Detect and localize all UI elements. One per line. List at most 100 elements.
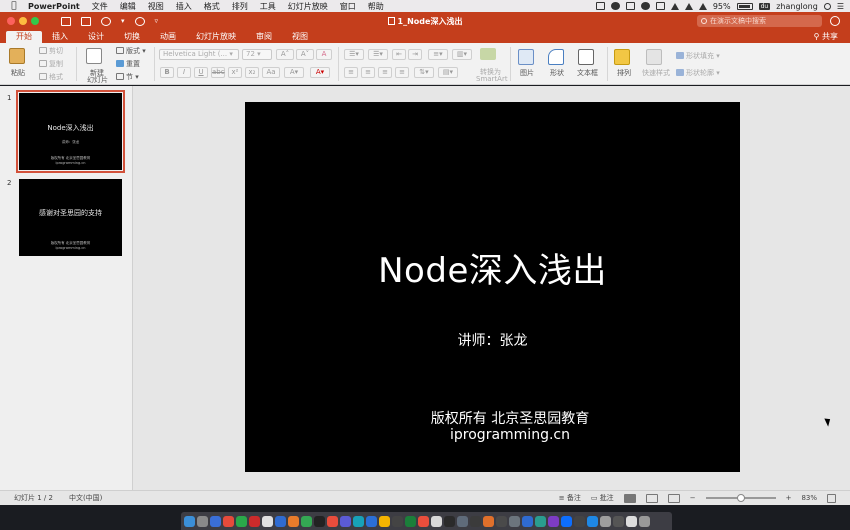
slide-thumbnail-2[interactable]: 感谢对圣思园的支持 版权所有 北京圣思园教育 iprogramming.cn: [19, 179, 122, 256]
dock-app-icon[interactable]: [470, 515, 481, 527]
format-painter-button[interactable]: 格式: [39, 72, 63, 82]
columns-button[interactable]: ▥▾: [452, 49, 472, 60]
dock-app-icon[interactable]: [301, 515, 312, 527]
dock-app-icon[interactable]: [353, 515, 364, 527]
spotlight-search-icon[interactable]: [823, 2, 831, 10]
align-center-button[interactable]: ≡: [361, 67, 375, 78]
dock-app-icon[interactable]: [626, 515, 637, 527]
tab-transitions[interactable]: 切换: [114, 31, 150, 43]
sidebar-toggle-icon[interactable]: [61, 16, 71, 26]
underline-button[interactable]: U: [194, 67, 208, 78]
dock-app-icon[interactable]: [522, 515, 533, 527]
bold-button[interactable]: B: [160, 67, 174, 78]
dock-app-icon[interactable]: [197, 515, 208, 527]
new-slide-icon[interactable]: [86, 48, 102, 64]
normal-view-icon[interactable]: [623, 493, 636, 503]
increase-indent-button[interactable]: ⇥: [408, 49, 422, 60]
dock-app-icon[interactable]: [236, 515, 247, 527]
dock-app-icon[interactable]: [548, 515, 559, 527]
layout-button[interactable]: 版式 ▾: [116, 46, 146, 56]
dock-app-icon[interactable]: [262, 515, 273, 527]
dock-app-icon[interactable]: [483, 515, 494, 527]
menu-window[interactable]: 窗口: [334, 1, 362, 12]
textbox-icon[interactable]: [578, 49, 594, 65]
wifi-icon[interactable]: [684, 2, 693, 10]
highlight-color-button[interactable]: A▾: [284, 67, 304, 78]
justify-button[interactable]: ≡: [395, 67, 409, 78]
font-size-select[interactable]: 72 ▾: [242, 49, 272, 60]
dock-app-icon[interactable]: [561, 515, 572, 527]
zoom-out-button[interactable]: −: [690, 494, 696, 502]
dock-app-icon[interactable]: [184, 515, 195, 527]
shape-fill-button[interactable]: 形状填充 ▾: [676, 51, 720, 61]
undo-dropdown-icon[interactable]: ▾: [121, 17, 125, 25]
strikethrough-button[interactable]: abc: [211, 67, 225, 78]
menu-insert[interactable]: 插入: [170, 1, 198, 12]
cut-button[interactable]: 剪切: [39, 46, 63, 56]
dock-app-icon[interactable]: [600, 515, 611, 527]
quick-styles-button[interactable]: 快速样式: [642, 68, 670, 78]
picture-icon[interactable]: [518, 49, 534, 65]
tab-home[interactable]: 开始: [6, 31, 42, 43]
italic-button[interactable]: I: [177, 67, 191, 78]
dock-app-icon[interactable]: [639, 515, 650, 527]
font-name-select[interactable]: Helvetica Light (... ▾: [159, 49, 239, 60]
cast-icon[interactable]: [655, 2, 665, 10]
menu-arrange[interactable]: 排列: [226, 1, 254, 12]
menu-tools[interactable]: 工具: [254, 1, 282, 12]
slide-speaker[interactable]: 讲师：张龙: [245, 330, 740, 350]
dock-app-icon[interactable]: [223, 515, 234, 527]
save-icon[interactable]: [81, 16, 91, 26]
battery-icon[interactable]: [736, 2, 753, 10]
record-icon[interactable]: [610, 2, 620, 10]
slide-sorter-view-icon[interactable]: [645, 493, 658, 503]
zoom-slider[interactable]: [705, 494, 776, 502]
feedback-smiley-icon[interactable]: [830, 16, 840, 26]
dock-app-icon[interactable]: [366, 515, 377, 527]
line-spacing-button[interactable]: ≡▾: [428, 49, 448, 60]
shape-outline-button[interactable]: 形状轮廓 ▾: [676, 68, 720, 78]
cube-icon[interactable]: [625, 2, 635, 10]
dock-app-icon[interactable]: [275, 515, 286, 527]
shape-button[interactable]: 形状: [550, 68, 564, 78]
menu-format[interactable]: 格式: [198, 1, 226, 12]
close-window-button[interactable]: [7, 17, 15, 25]
dock-app-icon[interactable]: [249, 515, 260, 527]
search-input[interactable]: 在演示文稿中搜索: [697, 15, 822, 27]
zoom-level[interactable]: 83%: [801, 494, 817, 502]
section-button[interactable]: 节 ▾: [116, 72, 139, 82]
dock-app-icon[interactable]: [418, 515, 429, 527]
copy-button[interactable]: 复制: [39, 59, 63, 69]
arrange-button[interactable]: 排列: [617, 68, 631, 78]
quick-styles-icon[interactable]: [646, 49, 662, 65]
customize-toolbar-icon[interactable]: ▿: [155, 17, 159, 25]
comments-button[interactable]: ▭ 批注: [591, 493, 614, 503]
dock-app-icon[interactable]: [327, 515, 338, 527]
dock-app-icon[interactable]: [613, 515, 624, 527]
decrease-font-size-button[interactable]: A˅: [296, 49, 314, 60]
tab-review[interactable]: 审阅: [246, 31, 282, 43]
paste-icon[interactable]: [9, 48, 25, 64]
convert-smartart-label-2[interactable]: SmartArt: [476, 75, 508, 83]
bluetooth-icon[interactable]: [670, 2, 679, 10]
tab-insert[interactable]: 插入: [42, 31, 78, 43]
bullets-button[interactable]: ☰▾: [344, 49, 364, 60]
apple-menu-icon[interactable]: : [6, 1, 22, 11]
dock-app-icon[interactable]: [314, 515, 325, 527]
smartart-icon[interactable]: [480, 48, 496, 60]
dock-app-icon[interactable]: [340, 515, 351, 527]
slide-canvas[interactable]: Node深入浅出 讲师：张龙 版权所有 北京圣思园教育 iprogramming…: [245, 102, 740, 472]
minimize-window-button[interactable]: [19, 17, 27, 25]
arrange-icon[interactable]: [614, 49, 630, 65]
align-right-button[interactable]: ≡: [378, 67, 392, 78]
tab-design[interactable]: 设计: [78, 31, 114, 43]
text-direction-button[interactable]: ⇅▾: [414, 67, 434, 78]
language-indicator[interactable]: 中文(中国): [69, 493, 102, 503]
picture-button[interactable]: 图片: [520, 68, 534, 78]
dock-app-icon[interactable]: [392, 515, 403, 527]
dock-app-icon[interactable]: [587, 515, 598, 527]
dock-app-icon[interactable]: [405, 515, 416, 527]
numbering-button[interactable]: ☰▾: [368, 49, 388, 60]
screen-icon[interactable]: [595, 2, 605, 10]
reset-button[interactable]: 重置: [116, 59, 140, 69]
